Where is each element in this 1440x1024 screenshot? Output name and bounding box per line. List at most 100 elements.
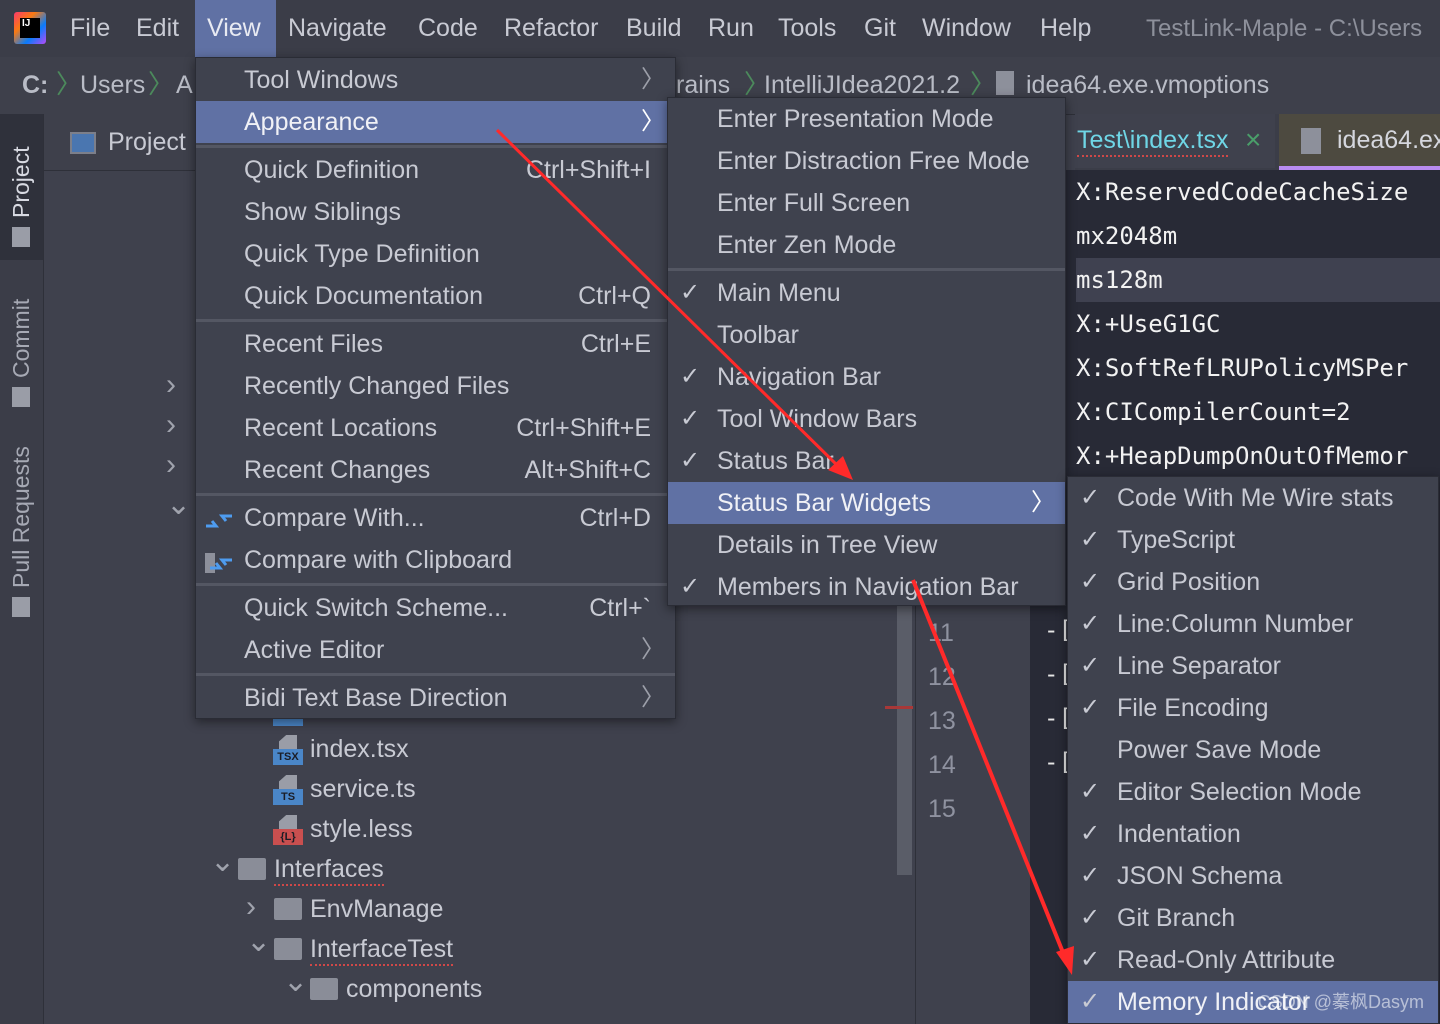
menu-refactor[interactable]: Refactor [492, 0, 610, 57]
chevron-down-icon[interactable]: ⌄ [210, 847, 235, 877]
menu-item-line-separator[interactable]: Line Separator ✓ [1068, 645, 1438, 687]
project-panel-title[interactable]: Project [108, 114, 186, 170]
editor-tab[interactable]: Test\index.tsx × [1075, 114, 1275, 168]
chevron-right-icon[interactable]: › [166, 450, 176, 480]
menu-item-show-siblings[interactable]: Show Siblings [196, 191, 675, 233]
tool-tab-pull-requests[interactable]: Pull Requests [0, 420, 43, 630]
tree-item[interactable]: Interfaces [274, 854, 384, 886]
menu-item-recent-changes[interactable]: Recent Changes Alt+Shift+C [196, 449, 675, 491]
tree-item[interactable]: index.tsx [310, 734, 409, 764]
code-line[interactable]: X:ReservedCodeCacheSize [1076, 170, 1408, 214]
line-number: 14 [928, 751, 956, 779]
menu-item-compare-with-clipboard[interactable]: Compare with Clipboard [196, 539, 675, 581]
menu-item-label: Toolbar [717, 321, 799, 349]
chevron-right-icon[interactable]: › [246, 892, 256, 922]
menu-build[interactable]: Build [614, 0, 694, 57]
menu-file[interactable]: File [58, 0, 122, 57]
menu-item-bidi-text-base-direction[interactable]: Bidi Text Base Direction 〉 [196, 677, 675, 719]
menu-item-grid-position[interactable]: Grid Position ✓ [1068, 561, 1438, 603]
menu-tools[interactable]: Tools [766, 0, 848, 57]
breadcrumb-item[interactable]: A [176, 57, 193, 114]
menu-separator [196, 145, 675, 148]
menu-item-label: File Encoding [1117, 694, 1269, 722]
menu-item-toolbar[interactable]: Toolbar [668, 314, 1065, 356]
menu-item-details-in-tree-view[interactable]: Details in Tree View [668, 524, 1065, 566]
menu-item-recent-locations[interactable]: Recent Locations Ctrl+Shift+E [196, 407, 675, 449]
code-line[interactable]: mx2048m [1076, 214, 1177, 258]
menu-item-label: Quick Definition [244, 156, 420, 184]
shortcut: Ctrl+Q [578, 282, 651, 310]
code-line[interactable]: X:+UseG1GC [1076, 302, 1221, 346]
breadcrumb-item[interactable]: Users [80, 57, 145, 114]
code-line[interactable]: X:CICompilerCount=2 [1076, 390, 1351, 434]
menu-item-compare-with[interactable]: Compare With... Ctrl+D [196, 497, 675, 539]
close-icon[interactable]: × [1245, 124, 1261, 156]
menu-bar: IJ File Edit View Navigate Code Refactor Build… [0, 0, 1440, 58]
chevron-down-icon[interactable]: ⌄ [166, 490, 191, 520]
chevron-right-icon[interactable]: › [166, 370, 176, 400]
tree-item[interactable]: InterfaceTest [310, 934, 454, 966]
menu-item-enter-full-screen[interactable]: Enter Full Screen [668, 182, 1065, 224]
menu-item-git-branch[interactable]: Git Branch ✓ [1068, 897, 1438, 939]
menu-edit[interactable]: Edit [124, 0, 191, 57]
menu-item-line-column-number[interactable]: Line:Column Number ✓ [1068, 603, 1438, 645]
menu-item-file-encoding[interactable]: File Encoding ✓ [1068, 687, 1438, 729]
code-line[interactable]: X:SoftRefLRUPolicyMSPer [1076, 346, 1408, 390]
menu-view[interactable]: View [195, 0, 276, 57]
menu-item-code-with-me-wire-stats[interactable]: Code With Me Wire stats ✓ [1068, 477, 1438, 519]
menu-item-quick-documentation[interactable]: Quick Documentation Ctrl+Q [196, 275, 675, 317]
file-type-badge: TS [273, 789, 303, 805]
menu-help[interactable]: Help [1028, 0, 1103, 57]
menu-item-main-menu[interactable]: Main Menu ✓ [668, 272, 1065, 314]
menu-item-tool-window-bars[interactable]: Tool Window Bars ✓ [668, 398, 1065, 440]
menu-item-quick-definition[interactable]: Quick Definition Ctrl+Shift+I [196, 149, 675, 191]
menu-item-enter-zen-mode[interactable]: Enter Zen Mode [668, 224, 1065, 266]
code-line[interactable]: X:+HeapDumpOnOutOfMemor [1076, 434, 1408, 478]
breadcrumb-item[interactable]: C: [22, 57, 48, 114]
tree-item[interactable]: style.less [310, 814, 413, 844]
menu-window[interactable]: Window [910, 0, 1023, 57]
menu-item-quick-switch-scheme[interactable]: Quick Switch Scheme... Ctrl+` [196, 587, 675, 629]
menu-item-enter-distraction-free-mode[interactable]: Enter Distraction Free Mode [668, 140, 1065, 182]
menu-item-active-editor[interactable]: Active Editor 〉 [196, 629, 675, 671]
editor-tab-active[interactable]: idea64.ex [1279, 114, 1440, 170]
menu-item-quick-type-definition[interactable]: Quick Type Definition [196, 233, 675, 275]
menu-item-enter-presentation-mode[interactable]: Enter Presentation Mode [668, 98, 1065, 140]
chevron-down-icon[interactable]: ⌄ [283, 967, 308, 997]
code-line[interactable]: ms128m [1076, 258, 1163, 302]
menu-item-power-save-mode[interactable]: Power Save Mode [1068, 729, 1438, 771]
tab-label: idea64.ex [1337, 126, 1440, 154]
menu-item-label: Line Separator [1117, 652, 1282, 680]
menu-separator [196, 673, 675, 676]
menu-run[interactable]: Run [696, 0, 766, 57]
menu-item-typescript[interactable]: TypeScript ✓ [1068, 519, 1438, 561]
menu-navigate[interactable]: Navigate [276, 0, 399, 57]
shortcut: Alt+Shift+C [524, 456, 651, 484]
menu-item-members-in-navigation-bar[interactable]: Members in Navigation Bar ✓ [668, 566, 1065, 608]
menu-item-label: Enter Zen Mode [717, 231, 897, 259]
menu-git[interactable]: Git [852, 0, 908, 57]
menu-item-status-bar-widgets[interactable]: Status Bar Widgets 〉 [668, 482, 1065, 524]
folder-icon [274, 898, 302, 920]
chevron-right-icon: 〉 [641, 636, 665, 663]
menu-item-indentation[interactable]: Indentation ✓ [1068, 813, 1438, 855]
menu-item-read-only-attribute[interactable]: Read-Only Attribute ✓ [1068, 939, 1438, 981]
tree-item[interactable]: EnvManage [310, 894, 443, 924]
tool-tab-commit[interactable]: Commit [0, 260, 43, 420]
chevron-right-icon[interactable]: › [166, 410, 176, 440]
menu-item-recently-changed-files[interactable]: Recently Changed Files [196, 365, 675, 407]
chevron-down-icon[interactable]: ⌄ [246, 927, 271, 957]
menu-item-json-schema[interactable]: JSON Schema ✓ [1068, 855, 1438, 897]
scrollbar[interactable] [897, 605, 912, 875]
menu-item-status-bar[interactable]: Status Bar ✓ [668, 440, 1065, 482]
menu-item-appearance[interactable]: Appearance 〉 [196, 101, 675, 143]
menu-item-tool-windows[interactable]: Tool Windows 〉 [196, 59, 675, 101]
file-type-badge: {L} [273, 829, 303, 845]
menu-code[interactable]: Code [406, 0, 490, 57]
menu-item-recent-files[interactable]: Recent Files Ctrl+E [196, 323, 675, 365]
menu-item-navigation-bar[interactable]: Navigation Bar ✓ [668, 356, 1065, 398]
menu-item-editor-selection-mode[interactable]: Editor Selection Mode ✓ [1068, 771, 1438, 813]
tree-item[interactable]: service.ts [310, 774, 416, 804]
tree-item[interactable]: components [346, 974, 482, 1004]
tool-tab-project[interactable]: Project [0, 114, 43, 260]
